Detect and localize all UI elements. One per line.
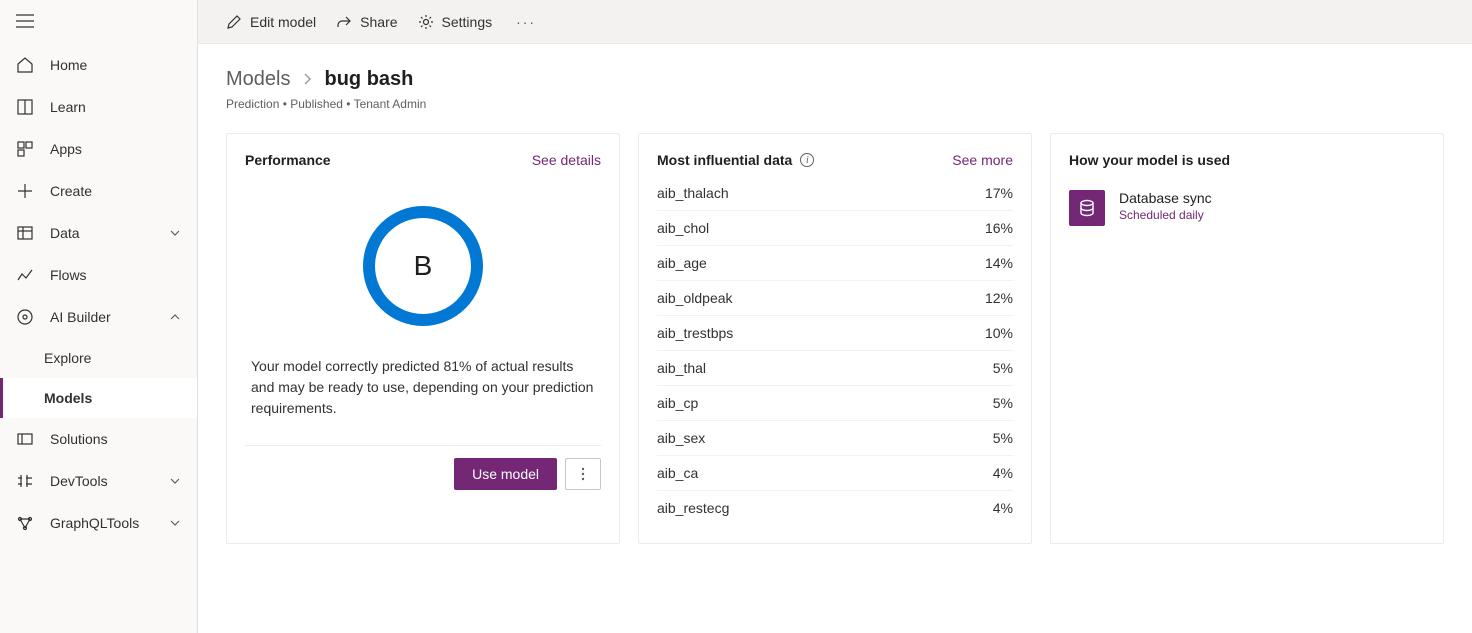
content: Models bug bash Prediction • Published •… <box>198 44 1472 633</box>
sidebar-item-learn[interactable]: Learn <box>0 86 197 128</box>
solutions-icon <box>16 430 34 448</box>
sidebar-item-apps[interactable]: Apps <box>0 128 197 170</box>
home-icon <box>16 56 34 74</box>
use-model-more-button[interactable] <box>565 458 601 490</box>
influential-row: aib_cp5% <box>657 386 1013 421</box>
apps-icon <box>16 140 34 158</box>
see-more-link[interactable]: See more <box>952 152 1013 168</box>
pencil-icon <box>226 14 242 30</box>
sidebar-item-create[interactable]: Create <box>0 170 197 212</box>
sidebar-item-label: Solutions <box>50 431 108 447</box>
sidebar-item-label: Home <box>50 57 87 73</box>
chevron-down-icon <box>169 227 181 239</box>
usage-item[interactable]: Database sync Scheduled daily <box>1069 190 1425 226</box>
command-label: Settings <box>442 14 493 30</box>
influential-row: aib_chol16% <box>657 211 1013 246</box>
usage-title: How your model is used <box>1069 152 1230 168</box>
sidebar-item-label: Create <box>50 183 92 199</box>
info-icon[interactable]: i <box>800 153 814 167</box>
devtools-icon <box>16 472 34 490</box>
sidebar-subitem-models[interactable]: Models <box>0 378 197 418</box>
influential-row: aib_restecg4% <box>657 491 1013 525</box>
chevron-right-icon <box>302 68 312 91</box>
chevron-down-icon <box>169 475 181 487</box>
settings-button[interactable]: Settings <box>418 14 493 30</box>
chevron-up-icon <box>169 311 181 323</box>
influential-data-card: Most influential data i See more aib_tha… <box>638 133 1032 544</box>
data-icon <box>16 224 34 242</box>
flows-icon <box>16 266 34 284</box>
sidebar-item-label: GraphQLTools <box>50 515 139 531</box>
influential-row: aib_trestbps10% <box>657 316 1013 351</box>
sidebar-subitem-label: Models <box>44 390 92 406</box>
usage-item-subtitle: Scheduled daily <box>1119 208 1212 222</box>
sidebar-item-ai-builder[interactable]: AI Builder <box>0 296 197 338</box>
breadcrumb-current: bug bash <box>324 68 413 91</box>
sidebar-item-home[interactable]: Home <box>0 44 197 86</box>
model-meta: Prediction • Published • Tenant Admin <box>226 97 1444 111</box>
sidebar-item-label: DevTools <box>50 473 108 489</box>
sidebar-item-graphqltools[interactable]: GraphQLTools <box>0 502 197 544</box>
command-label: Edit model <box>250 14 316 30</box>
performance-description: Your model correctly predicted 81% of ac… <box>245 356 601 419</box>
sidebar-item-devtools[interactable]: DevTools <box>0 460 197 502</box>
edit-model-button[interactable]: Edit model <box>226 14 316 30</box>
influential-row: aib_thal5% <box>657 351 1013 386</box>
influential-row: aib_thalach17% <box>657 176 1013 211</box>
hamburger-menu-button[interactable] <box>0 4 197 44</box>
main: Edit model Share Settings ··· Models bug… <box>198 0 1472 633</box>
sidebar-item-data[interactable]: Data <box>0 212 197 254</box>
usage-card: How your model is used Database sync Sch… <box>1050 133 1444 544</box>
share-icon <box>336 14 352 30</box>
usage-item-title: Database sync <box>1119 190 1212 206</box>
command-label: Share <box>360 14 397 30</box>
more-commands-button[interactable]: ··· <box>512 14 540 30</box>
gear-icon <box>418 14 434 30</box>
sidebar-item-solutions[interactable]: Solutions <box>0 418 197 460</box>
performance-grade-ring: B <box>363 206 483 326</box>
influential-title: Most influential data <box>657 152 792 168</box>
breadcrumb-parent[interactable]: Models <box>226 68 290 91</box>
performance-card: Performance See details B Your model cor… <box>226 133 620 544</box>
database-icon <box>1069 190 1105 226</box>
book-icon <box>16 98 34 116</box>
sidebar-subitem-label: Explore <box>44 350 91 366</box>
influential-row: aib_sex5% <box>657 421 1013 456</box>
influential-list: aib_thalach17% aib_chol16% aib_age14% ai… <box>657 176 1013 525</box>
cards-row: Performance See details B Your model cor… <box>226 133 1444 544</box>
sidebar-item-label: Flows <box>50 267 87 283</box>
performance-grade: B <box>414 250 433 282</box>
sidebar-item-label: AI Builder <box>50 309 111 325</box>
sidebar-subitem-explore[interactable]: Explore <box>0 338 197 378</box>
influential-row: aib_oldpeak12% <box>657 281 1013 316</box>
influential-row: aib_age14% <box>657 246 1013 281</box>
sidebar-item-label: Apps <box>50 141 82 157</box>
plus-icon <box>16 182 34 200</box>
chevron-down-icon <box>169 517 181 529</box>
breadcrumb: Models bug bash <box>226 68 1444 91</box>
use-model-button[interactable]: Use model <box>454 458 557 490</box>
see-details-link[interactable]: See details <box>532 152 601 168</box>
sidebar-item-label: Learn <box>50 99 86 115</box>
graphql-icon <box>16 514 34 532</box>
performance-title: Performance <box>245 152 331 168</box>
sidebar-item-label: Data <box>50 225 80 241</box>
share-button[interactable]: Share <box>336 14 397 30</box>
sidebar: Home Learn Apps Create Data Flows <box>0 0 198 633</box>
ai-builder-icon <box>16 308 34 326</box>
influential-row: aib_ca4% <box>657 456 1013 491</box>
sidebar-item-flows[interactable]: Flows <box>0 254 197 296</box>
command-bar: Edit model Share Settings ··· <box>198 0 1472 44</box>
